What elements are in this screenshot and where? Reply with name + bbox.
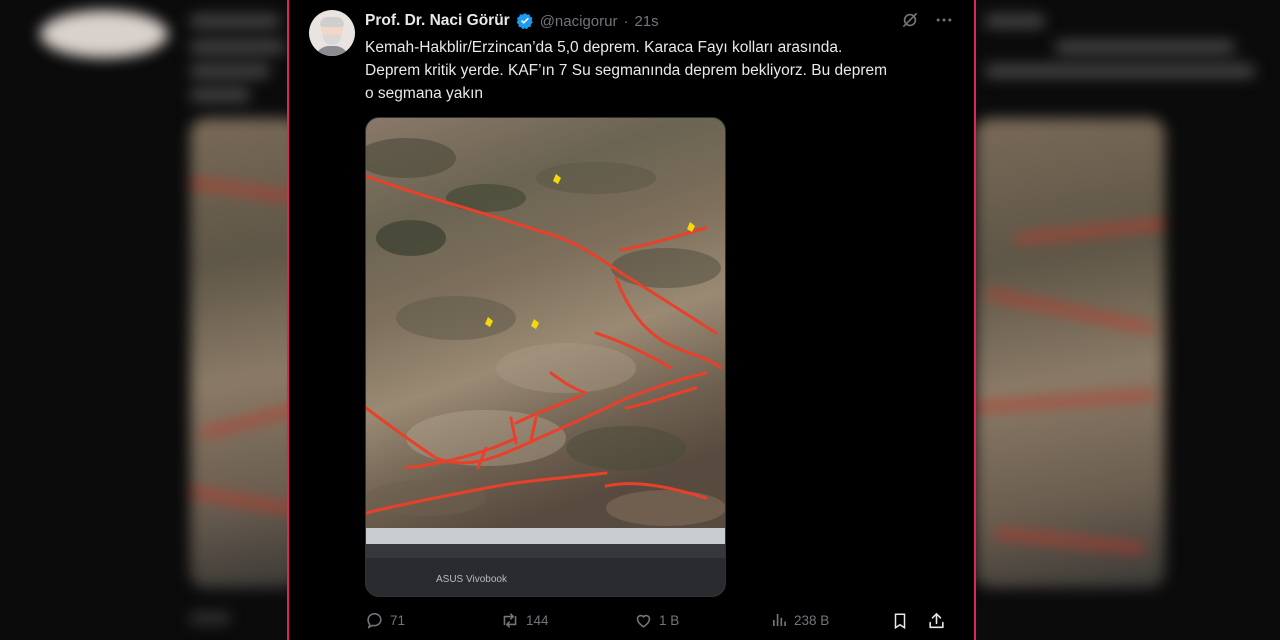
avatar[interactable]	[309, 10, 355, 56]
bookmark-button[interactable]	[891, 611, 909, 631]
reply-count: 71	[390, 613, 406, 628]
repost-icon	[500, 611, 520, 630]
reply-icon	[365, 611, 384, 630]
views-chart-icon	[770, 611, 788, 629]
blurred-left-panel	[0, 0, 300, 640]
like-count: 1 B	[659, 613, 680, 628]
tweet-header: Prof. Dr. Naci Görür @nacigorur · 21s	[365, 11, 659, 31]
tweet-action-bar: 71 144 1 B 238 B	[365, 611, 955, 635]
bookmark-icon	[891, 611, 909, 631]
heart-icon	[634, 611, 653, 630]
share-button[interactable]	[927, 611, 946, 631]
grok-icon[interactable]	[900, 10, 920, 30]
separator-dot: ·	[623, 12, 629, 30]
views-button[interactable]: 238 B	[770, 611, 829, 629]
verified-badge-icon	[516, 12, 534, 30]
tweet-time[interactable]: 21s	[634, 13, 658, 30]
share-icon	[927, 611, 946, 631]
author-handle[interactable]: @nacigorur	[540, 13, 618, 30]
tweet-card[interactable]: Prof. Dr. Naci Görür @nacigorur · 21s Ke…	[287, 0, 976, 640]
more-icon[interactable]	[934, 10, 954, 30]
tweet-text: Kemah-Hakblir/Erzincan’da 5,0 deprem. Ka…	[365, 36, 965, 105]
tweet-text-line: Deprem kritik yerde. KAF’ın 7 Su segmanı…	[365, 62, 888, 79]
author-name[interactable]: Prof. Dr. Naci Görür	[365, 12, 510, 30]
repost-count: 144	[526, 613, 549, 628]
laptop-brand-label: ASUS Vivobook	[436, 574, 508, 585]
reply-button[interactable]: 71	[365, 611, 405, 630]
tweet-text-line: Kemah-Hakblir/Erzincan’da 5,0 deprem. Ka…	[365, 39, 843, 56]
tweet-text-line: o segmana yakın	[365, 85, 484, 102]
repost-button[interactable]: 144	[500, 611, 549, 630]
tweet-media-image[interactable]: ASUS Vivobook	[365, 117, 726, 597]
views-count: 238 B	[794, 612, 830, 628]
satellite-fault-map: ASUS Vivobook	[366, 118, 725, 596]
like-button[interactable]: 1 B	[634, 611, 679, 630]
blurred-right-panel	[975, 0, 1280, 640]
tweet-top-actions	[900, 10, 954, 30]
